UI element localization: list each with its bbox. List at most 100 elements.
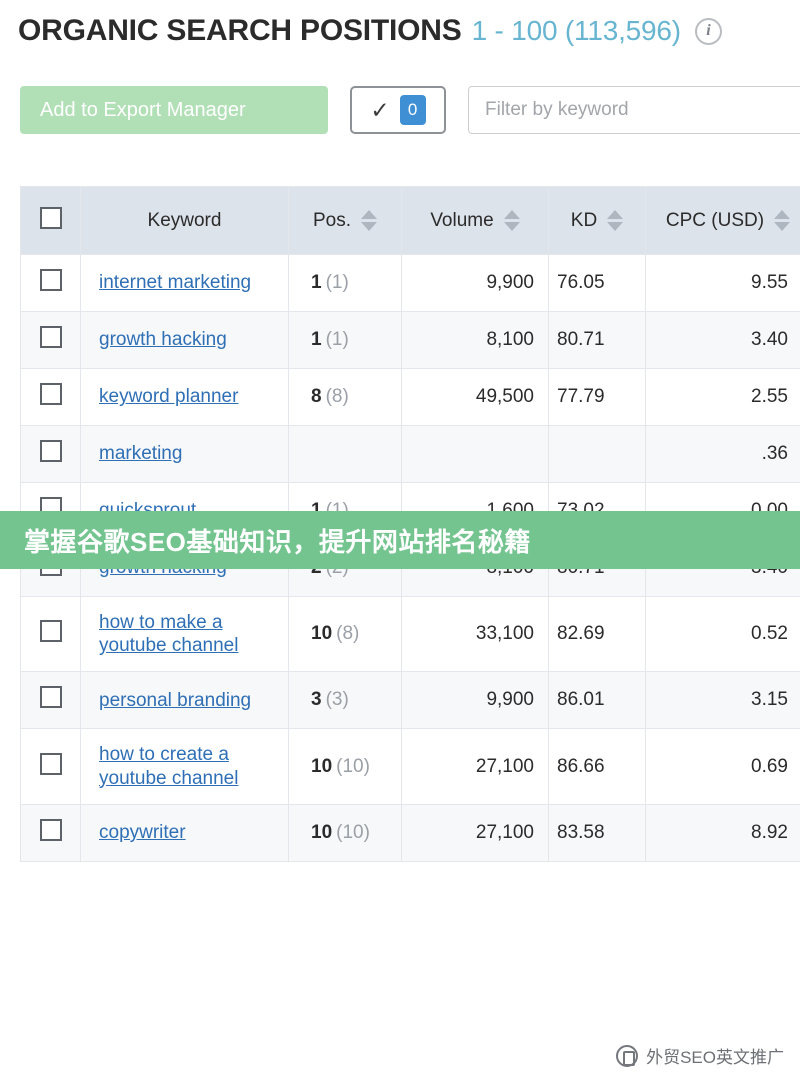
keyword-link[interactable]: marketing [99,443,182,464]
watermark: 外贸SEO英文推广 [616,1043,784,1068]
keyword-cell: personal branding [80,671,289,730]
column-header-keyword[interactable]: Keyword [80,186,289,255]
row-select-cell[interactable] [20,311,81,369]
volume-cell: 8,100 [401,311,549,369]
position-cell: 1(1) [288,311,402,369]
table-row: copywriter 10 (10) 27,100 83.58 8.92 [20,803,800,862]
column-header-kd-label: KD [570,209,598,231]
sort-arrows-icon[interactable] [607,210,624,231]
position-previous: (8) [325,386,349,407]
result-range: 1 - 100 (113,596) [471,15,682,46]
volume-cell: 27,100 [401,803,549,862]
cpc-cell: 3.40 [645,311,800,369]
column-header-volume-label: Volume [430,209,494,231]
position-current: 10 [311,821,333,843]
promo-banner-overlay: 掌握谷歌SEO基础知识，提升网站排名秘籍 [0,511,800,569]
kd-cell: 86.66 [548,728,646,805]
position-current: 8 [311,386,322,407]
position-previous: (10) [336,821,370,843]
keyword-link[interactable]: how to make a youtube channel [99,612,238,656]
keyword-cell: growth hacking [80,311,289,369]
column-header-volume[interactable]: Volume [401,186,549,255]
selection-dropdown[interactable]: ✓ 0 [350,86,446,134]
keyword-cell: marketing [80,425,289,483]
row-checkbox[interactable] [39,620,62,643]
keyword-link[interactable]: how to create a youtube channel [99,744,238,788]
sort-arrows-icon[interactable] [503,210,520,231]
cpc-cell: 0.52 [645,595,800,673]
cpc-cell: 2.55 [645,368,800,426]
page-title: ORGANIC SEARCH POSITIONS [18,14,462,47]
info-icon[interactable]: i [694,17,722,45]
keyword-link[interactable]: internet marketing [99,272,251,293]
table-row: marketing .36 [20,425,800,483]
row-select-cell[interactable] [20,728,81,805]
kd-cell: 80.71 [548,311,646,369]
keyword-link[interactable]: keyword planner [99,386,238,407]
volume-cell [401,425,549,483]
row-select-cell[interactable] [20,803,81,862]
row-checkbox[interactable] [39,440,62,462]
keyword-link[interactable]: growth hacking [99,329,227,350]
keyword-cell: keyword planner [80,368,289,426]
column-header-select-all[interactable] [20,186,81,255]
row-checkbox[interactable] [39,686,62,709]
cpc-cell: 8.92 [645,803,800,862]
table-row: growth hacking 1 (1) 8,100 80.71 3.40 [20,311,800,369]
kd-cell: 82.69 [548,595,646,673]
kd-cell: 77.79 [548,368,646,426]
filter-keyword-input[interactable] [468,86,800,134]
row-select-cell[interactable] [20,595,81,673]
screenshot-root: ORGANIC SEARCH POSITIONS 1 - 100 (113,59… [0,0,800,1080]
toolbar: Add to Export Manager ✓ 0 [20,86,800,134]
kd-cell [548,425,646,483]
sort-arrows-icon[interactable] [774,210,791,231]
keyword-cell: how to create a youtube channel [80,728,289,805]
position-previous: (3) [325,689,349,711]
row-select-cell[interactable] [20,254,81,312]
select-all-checkbox[interactable] [39,206,62,229]
position-previous: (8) [336,623,360,645]
volume-cell: 49,500 [401,368,549,426]
cpc-cell: 0.69 [645,728,800,805]
position-current: 3 [311,689,322,711]
volume-cell: 9,900 [401,254,549,312]
promo-banner-text: 掌握谷歌SEO基础知识，提升网站排名秘籍 [24,526,531,557]
row-checkbox[interactable] [39,383,62,405]
position-cell [288,425,402,483]
column-header-cpc[interactable]: CPC (USD) [645,186,800,255]
row-select-cell[interactable] [20,671,81,730]
row-checkbox[interactable] [39,269,62,291]
column-header-keyword-label: Keyword [147,209,222,231]
keyword-link[interactable]: personal branding [99,690,251,711]
wechat-logo-icon [616,1044,639,1067]
add-to-export-manager-button[interactable]: Add to Export Manager [20,86,328,134]
position-cell: 1(1) [288,254,402,312]
column-header-pos-label: Pos. [312,209,352,231]
position-previous: (1) [325,272,349,293]
volume-cell: 9,900 [401,671,549,730]
table-head: Keyword Pos. Volume KD CPC (USD) [20,186,800,255]
page-header: ORGANIC SEARCH POSITIONS 1 - 100 (113,59… [18,14,722,48]
cpc-cell: .36 [645,425,800,483]
position-current: 1 [311,272,322,293]
sort-arrows-icon[interactable] [361,210,378,231]
keyword-cell: internet marketing [80,254,289,312]
row-select-cell[interactable] [20,368,81,426]
cpc-cell: 3.15 [645,671,800,730]
row-checkbox[interactable] [39,818,62,841]
row-checkbox[interactable] [39,326,62,348]
table-row: personal branding 3 (3) 9,900 86.01 3.15 [20,671,800,730]
check-icon: ✓ [370,96,390,123]
position-current: 10 [311,623,333,645]
column-header-kd[interactable]: KD [548,186,646,255]
table-row: how to create a youtube channel 10 (10) 27,… [20,728,800,805]
row-checkbox[interactable] [39,752,62,775]
keyword-link[interactable]: copywriter [99,822,186,843]
position-cell: 3 (3) [288,671,402,730]
column-header-pos[interactable]: Pos. [288,186,402,255]
keyword-cell: copywriter [80,803,289,862]
table-header-row: Keyword Pos. Volume KD CPC (USD) [20,186,800,255]
row-select-cell[interactable] [20,425,81,483]
position-cell: 10 (10) [288,728,402,805]
